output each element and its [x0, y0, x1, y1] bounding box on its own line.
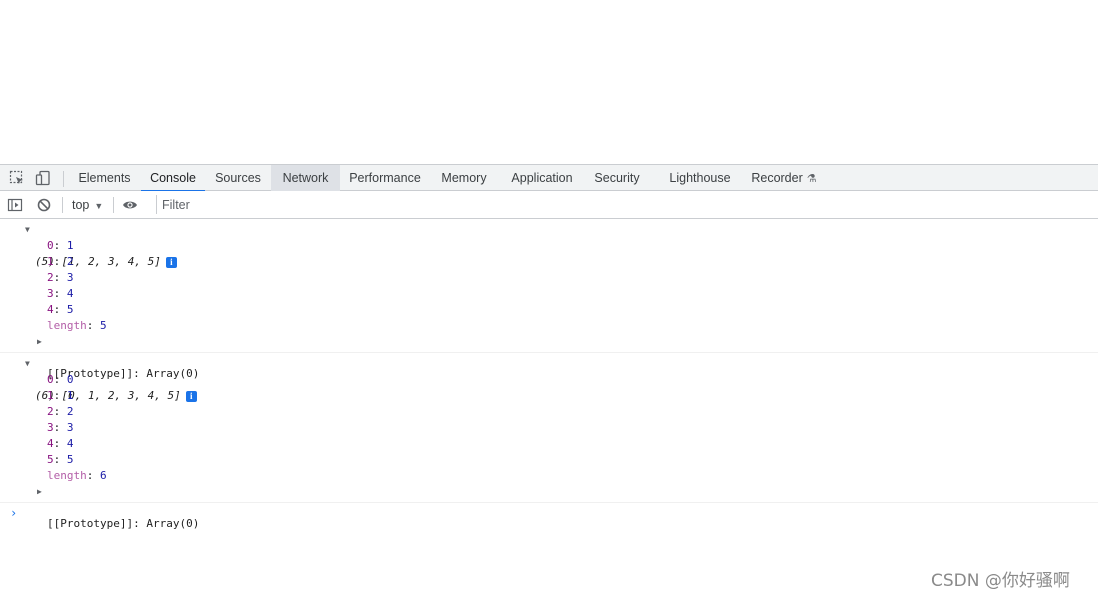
tab-memory[interactable]: Memory: [433, 165, 495, 191]
length-row: length: 6: [47, 469, 107, 482]
entry-key: 3: [47, 421, 54, 434]
entry-value: 2: [66, 405, 74, 418]
entry-key: 2: [47, 405, 54, 418]
dropdown-arrow-icon: ▼: [94, 201, 104, 211]
context-selector-value: top: [72, 198, 90, 212]
array-summary-row[interactable]: ▼ (5) [1, 2, 3, 4, 5] i: [0, 222, 1098, 268]
array-entry: 0: 1: [47, 239, 74, 252]
console-message: ▼ (6) [0, 1, 2, 3, 4, 5] i 0: 0 1: 1 2: 2…: [0, 356, 1098, 530]
tab-elements[interactable]: Elements: [71, 165, 138, 191]
array-entry: 0: 0: [47, 373, 74, 386]
collapse-triangle-icon[interactable]: ▶: [37, 484, 42, 500]
expand-triangle-icon[interactable]: ▼: [25, 356, 30, 372]
page-content-blank: [0, 0, 1098, 164]
entry-value: 5: [66, 303, 74, 316]
console-prompt[interactable]: ›: [10, 506, 17, 520]
entry-key: 2: [47, 271, 54, 284]
array-entry: 5: 5: [47, 453, 74, 466]
device-toolbar-icon[interactable]: [35, 170, 51, 186]
entry-key: 3: [47, 287, 54, 300]
entry-value: 2: [66, 255, 74, 268]
watermark: CSDN @你好骚啊: [931, 571, 1070, 591]
toolbar-separator: [113, 197, 114, 213]
tab-lighthouse[interactable]: Lighthouse: [663, 165, 737, 191]
tab-recorder-label: Recorder: [751, 171, 803, 185]
clear-console-icon[interactable]: [36, 197, 52, 213]
array-entry: 4: 5: [47, 303, 74, 316]
entry-value: 1: [66, 389, 74, 402]
experiment-flask-icon: ⚗: [806, 173, 817, 185]
array-entry: 3: 3: [47, 421, 74, 434]
length-value: 6: [100, 469, 107, 482]
array-entry: 3: 4: [47, 287, 74, 300]
array-entry: 1: 2: [47, 255, 74, 268]
entry-key: 0: [47, 239, 54, 252]
entry-key: 4: [47, 303, 54, 316]
array-summary-row[interactable]: ▼ (6) [0, 1, 2, 3, 4, 5] i: [0, 356, 1098, 402]
tab-application[interactable]: Application: [502, 165, 582, 191]
tab-security[interactable]: Security: [588, 165, 646, 191]
length-row: length: 5: [47, 319, 107, 332]
console-message: ▼ (5) [1, 2, 3, 4, 5] i 0: 1 1: 2 2: 3 3:…: [0, 222, 1098, 380]
array-entry: 2: 3: [47, 271, 74, 284]
devtools-tabbar: Elements Console Sources Network Perform…: [0, 164, 1098, 192]
filter-input[interactable]: [156, 195, 1098, 214]
tab-performance[interactable]: Performance: [343, 165, 427, 191]
array-entry: 1: 1: [47, 389, 74, 402]
collapse-triangle-icon[interactable]: ▶: [37, 334, 42, 350]
array-entry: 2: 2: [47, 405, 74, 418]
entry-value: 5: [66, 453, 74, 466]
inspect-element-icon[interactable]: [9, 170, 25, 186]
length-key: length: [47, 319, 87, 332]
entry-value: 1: [66, 239, 74, 252]
tab-console[interactable]: Console: [141, 165, 205, 192]
console-toolbar: top ▼: [0, 191, 1098, 219]
show-sidebar-icon[interactable]: [7, 197, 23, 213]
prototype-row[interactable]: ▶ [[Prototype]]: Array(0): [0, 334, 1098, 380]
prototype-row[interactable]: ▶ [[Prototype]]: Array(0): [0, 484, 1098, 530]
entry-key: 1: [47, 255, 54, 268]
entry-value: 4: [66, 437, 74, 450]
tabbar-separator: [63, 171, 64, 187]
live-expression-eye-icon[interactable]: [122, 197, 138, 213]
prototype-label: [[Prototype]]: Array(0): [47, 517, 200, 530]
entry-value: 4: [66, 287, 74, 300]
entry-key: 1: [47, 389, 54, 402]
array-entry: 4: 4: [47, 437, 74, 450]
length-key: length: [47, 469, 87, 482]
tab-sources[interactable]: Sources: [208, 165, 268, 191]
expand-triangle-icon[interactable]: ▼: [25, 222, 30, 238]
entry-key: 0: [47, 373, 54, 386]
entry-value: 3: [66, 421, 74, 434]
context-selector[interactable]: top ▼: [72, 191, 103, 219]
entry-value: 0: [66, 373, 74, 386]
entry-key: 5: [47, 453, 54, 466]
tab-network[interactable]: Network: [271, 165, 340, 191]
toolbar-separator: [62, 197, 63, 213]
length-value: 5: [100, 319, 107, 332]
entry-key: 4: [47, 437, 54, 450]
tab-recorder[interactable]: Recorder ⚗: [745, 165, 823, 191]
entry-value: 3: [66, 271, 74, 284]
